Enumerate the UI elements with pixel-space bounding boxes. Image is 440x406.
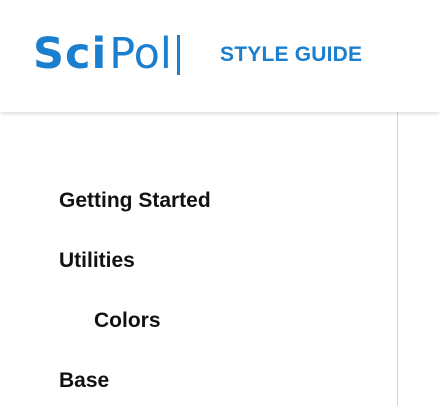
sidebar-item-colors[interactable]: Colors: [94, 308, 161, 334]
sidebar-item-getting-started[interactable]: Getting Started: [59, 188, 211, 214]
logo-pol-text: Pol: [109, 29, 172, 79]
style-guide-page: Sci Pol STYLE GUIDE Getting Started Util…: [0, 0, 440, 406]
scipol-logo[interactable]: Sci Pol: [33, 26, 180, 82]
logo-cursor-bar: [176, 35, 180, 75]
sidebar-nav: Getting Started Utilities Colors Base: [0, 112, 397, 406]
style-guide-title[interactable]: STYLE GUIDE: [220, 41, 362, 69]
logo-sci-text: Sci: [33, 29, 108, 79]
sidebar-item-utilities[interactable]: Utilities: [59, 248, 135, 274]
sidebar-divider: [397, 112, 398, 406]
sidebar-item-base[interactable]: Base: [59, 368, 109, 394]
site-header: Sci Pol STYLE GUIDE: [0, 0, 440, 112]
